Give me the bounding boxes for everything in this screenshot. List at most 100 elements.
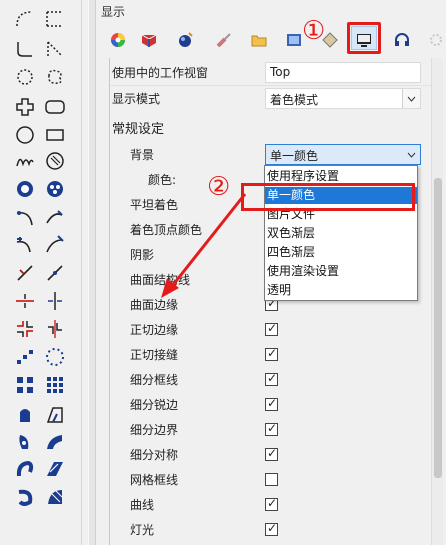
headphones-icon[interactable] (393, 31, 411, 49)
render-sphere-icon[interactable] (176, 31, 194, 49)
sphere-tool-icon[interactable] (14, 178, 36, 200)
sweep-icon[interactable] (44, 431, 66, 453)
row-mesh-crease: 细分锐边 (110, 392, 432, 417)
brush-icon[interactable] (215, 31, 233, 49)
mesh-wire-checkbox[interactable] (265, 371, 278, 386)
mesh-border-label: 细分边界 (130, 423, 179, 437)
rectangle-icon[interactable] (44, 124, 66, 146)
rounded-rect-icon[interactable] (44, 96, 66, 118)
grid-array-icon[interactable] (14, 374, 36, 396)
cross-shape-icon[interactable] (14, 96, 36, 118)
viewport-field[interactable]: Top (265, 62, 421, 83)
mesh-crease-checkbox[interactable] (265, 396, 278, 411)
extrude-icon[interactable] (14, 404, 36, 426)
pipe-icon[interactable] (14, 486, 36, 508)
point-array-icon[interactable] (14, 346, 36, 368)
mesh-wireframe-checkbox[interactable] (265, 473, 278, 486)
folder-icon[interactable] (250, 31, 268, 49)
offset-curve-icon[interactable] (14, 234, 36, 256)
panel-splitter[interactable] (88, 0, 96, 545)
properties-list: 使用中的工作视窗 Top 显示模式 着色模式 常规设定 背景 单一颜色 颜色: … (109, 58, 432, 545)
polyline-tool-icon[interactable] (44, 8, 66, 30)
tool-row (14, 66, 66, 88)
material-icon[interactable] (140, 31, 158, 49)
circle-tool-icon[interactable] (14, 66, 36, 88)
sweep-two-rail-icon[interactable] (44, 458, 66, 480)
background-value: 单一颜色 (270, 149, 319, 163)
blend-curve-icon[interactable] (44, 207, 66, 229)
row-background: 背景 单一颜色 (110, 142, 432, 167)
step-one-marker: ① (302, 16, 326, 46)
mesh-wire-label: 细分框线 (130, 373, 179, 387)
tangent-seam-label: 正切接缝 (130, 348, 179, 362)
box-array-icon[interactable] (44, 374, 66, 396)
step-two-marker: ② (207, 172, 231, 202)
trim-icon[interactable] (14, 262, 36, 284)
tool-row (14, 290, 66, 312)
split-icon[interactable] (44, 262, 66, 284)
line-tool-icon[interactable] (44, 38, 66, 60)
dropdown-option[interactable]: 透明 (265, 282, 417, 299)
row-mesh-wireframe: 网格框线 (110, 467, 432, 492)
blob-tool-icon[interactable] (44, 66, 66, 88)
background-select[interactable]: 单一颜色 (265, 144, 421, 165)
network-surface-icon[interactable] (44, 486, 66, 508)
row-tangent-edge: 正切边缘 (110, 317, 432, 342)
arc-tool-icon[interactable] (14, 38, 36, 60)
annotation-arrow (161, 193, 247, 298)
mesh-symmetry-checkbox[interactable] (265, 446, 278, 461)
tool-row (14, 124, 66, 146)
chevron-down-icon[interactable] (402, 89, 420, 108)
freehand-icon[interactable] (14, 150, 36, 172)
extend-curve-icon[interactable] (44, 234, 66, 256)
tool-row (14, 38, 66, 60)
circle-icon[interactable] (14, 124, 36, 146)
row-lights: 灯光 (110, 517, 432, 542)
row-mesh-border: 细分边界 (110, 417, 432, 442)
loft-icon[interactable] (44, 404, 66, 426)
mesh-wireframe-label: 网格框线 (130, 473, 179, 487)
join-icon[interactable] (44, 290, 66, 312)
settings-gear-icon[interactable] (427, 31, 445, 49)
dropdown-option[interactable]: 使用渲染设置 (265, 263, 417, 280)
row-general: 常规设定 (110, 114, 432, 139)
image-icon[interactable] (285, 31, 303, 49)
scrollbar-thumb[interactable] (434, 178, 442, 478)
tool-row (14, 150, 66, 172)
rail-revolve-icon[interactable] (14, 458, 36, 480)
explode-icon[interactable] (14, 290, 36, 312)
tool-row (14, 431, 66, 453)
tool-row (14, 207, 66, 229)
polar-array-icon[interactable] (44, 346, 66, 368)
fillet-curve-icon[interactable] (14, 207, 36, 229)
dropdown-option[interactable]: 双色渐层 (265, 225, 417, 242)
properties-scrollbar[interactable] (431, 58, 443, 545)
chevron-down-icon[interactable] (402, 145, 420, 164)
panel-title: 显示 (101, 5, 126, 19)
lights-checkbox[interactable] (265, 521, 278, 536)
shadow-label: 阴影 (130, 248, 155, 262)
color-wheel-icon[interactable] (109, 31, 127, 49)
tangent-seam-checkbox[interactable] (265, 346, 278, 361)
tangent-edge-checkbox[interactable] (265, 321, 278, 336)
background-label: 背景 (130, 148, 155, 162)
curve-tool-icon[interactable] (14, 8, 36, 30)
torus-tool-icon[interactable] (44, 178, 66, 200)
display-mode-label: 显示模式 (112, 92, 161, 106)
row-mesh-symmetry: 细分对称 (110, 442, 432, 467)
tool-row (14, 458, 66, 480)
dropdown-option[interactable]: 四色渐层 (265, 244, 417, 261)
tool-row (14, 262, 66, 284)
row-curves: 曲线 (110, 492, 432, 517)
revolve-icon[interactable] (14, 431, 36, 453)
mirror-icon[interactable] (44, 318, 66, 340)
mesh-border-checkbox[interactable] (265, 421, 278, 436)
row-display-mode: 显示模式 着色模式 (110, 86, 432, 111)
tool-row (14, 346, 66, 368)
array-icon[interactable] (14, 318, 36, 340)
spiral-icon[interactable] (44, 150, 66, 172)
color-label: 颜色: (148, 173, 177, 187)
display-mode-select[interactable]: 着色模式 (265, 88, 421, 109)
curves-checkbox[interactable] (265, 496, 278, 511)
viewport-label: 使用中的工作视窗 (112, 66, 209, 80)
